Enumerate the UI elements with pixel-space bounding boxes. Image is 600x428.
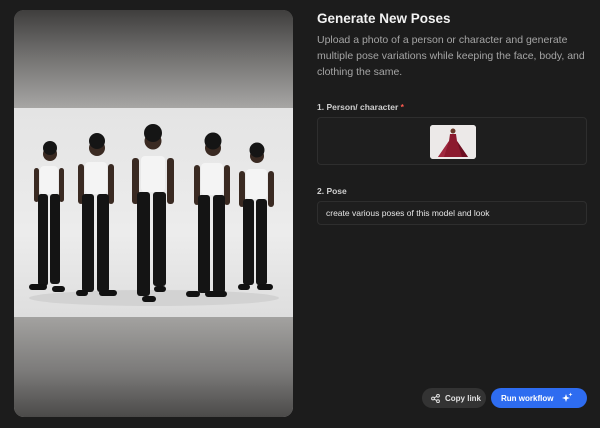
share-icon <box>431 393 440 403</box>
person-field-label-text: 1. Person/ character <box>317 102 399 112</box>
page-title: Generate New Poses <box>317 11 451 26</box>
model-figure-1 <box>29 141 65 292</box>
model-figure-2 <box>76 133 117 296</box>
preview-top-extension <box>14 10 293 108</box>
models-illustration <box>29 124 279 306</box>
preview-bottom-extension <box>14 317 293 417</box>
pose-prompt-input[interactable]: create various poses of this model and l… <box>317 201 587 225</box>
workflow-panel: Generate New Poses Upload a photo of a p… <box>317 10 587 225</box>
person-field: 1. Person/ character * <box>317 102 587 165</box>
page-description: Upload a photo of a person or character … <box>317 34 585 78</box>
model-figure-4 <box>186 132 230 297</box>
model-figure-5 <box>238 142 274 290</box>
copy-link-label: Copy link <box>445 393 482 403</box>
person-field-label: 1. Person/ character * <box>317 102 587 112</box>
uploaded-person-thumbnail[interactable] <box>430 125 476 159</box>
pose-prompt-value: create various poses of this model and l… <box>326 208 490 218</box>
run-workflow-label: Run workflow <box>501 393 554 403</box>
sparkle-icon <box>561 392 573 404</box>
model-figure-3 <box>132 124 174 302</box>
red-dress-thumbnail-image <box>430 125 476 159</box>
copy-link-button[interactable]: Copy link <box>422 388 486 408</box>
pose-field-label: 2. Pose <box>317 186 347 196</box>
pose-field: 2. Pose create various poses of this mod… <box>317 186 587 225</box>
person-upload-dropzone[interactable] <box>317 117 587 165</box>
generated-preview-card <box>14 10 293 417</box>
required-mark: * <box>400 102 404 112</box>
preview-photo <box>14 108 293 317</box>
run-workflow-button[interactable]: Run workflow <box>491 388 587 408</box>
